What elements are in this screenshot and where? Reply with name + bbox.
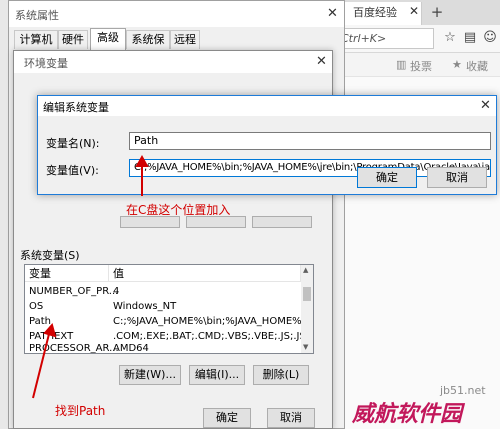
annotation-edit-hint: 在C盘这个位置加入	[126, 203, 231, 217]
arrow-to-path-row	[32, 329, 51, 399]
arrow-head-icon	[135, 154, 149, 167]
watermark-brand: 威航软件园	[352, 402, 463, 427]
arrow-head-icon	[43, 322, 57, 338]
annotation-arrows	[32, 154, 149, 399]
annotation-find-hint: 找到Path	[55, 404, 106, 418]
watermark: jb51.net 威航软件园	[352, 384, 500, 429]
